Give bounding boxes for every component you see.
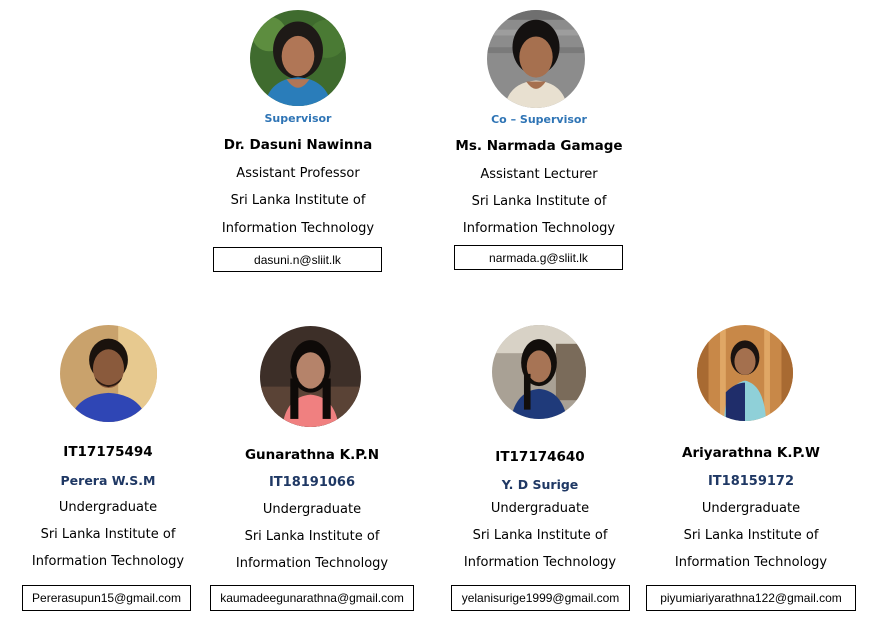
student-card: IT17174640 Y. D Surige Undergraduate Sri…	[449, 320, 631, 620]
student-photo	[260, 326, 361, 427]
org-line-2: Information Technology	[674, 555, 828, 570]
student-line-b: Perera W.S.M	[60, 473, 156, 488]
student-photo	[492, 325, 586, 419]
org-line-1: Sri Lanka Institute of	[244, 529, 380, 544]
student-card: Ariyarathna K.P.W IT18159172 Undergradua…	[646, 320, 856, 620]
email-box: kaumadeegunarathna@gmail.com	[210, 585, 414, 611]
person-title: Assistant Professor	[236, 166, 360, 181]
student-line-b: Y. D Surige	[501, 477, 579, 492]
student-line-b: IT18159172	[707, 474, 795, 489]
supervisor-photo	[250, 10, 346, 106]
email-box: Pererasupun15@gmail.com	[22, 585, 191, 611]
org-line-1: Sri Lanka Institute of	[471, 194, 607, 209]
student-line-a: Ariyarathna K.P.W	[682, 445, 820, 461]
student-line-b: IT18191066	[268, 475, 356, 490]
email-box: dasuni.n@sliit.lk	[213, 247, 382, 272]
student-line-a: Gunarathna K.P.N	[244, 447, 380, 463]
student-card: Gunarathna K.P.N IT18191066 Undergraduat…	[210, 320, 414, 620]
co-supervisor-photo	[487, 10, 585, 108]
student-status: Undergraduate	[262, 502, 362, 517]
student-photo	[60, 325, 157, 422]
role-label: Co – Supervisor	[491, 113, 587, 126]
student-status: Undergraduate	[58, 500, 158, 515]
student-line-a: IT17175494	[63, 444, 153, 460]
email-box: piyumiariyarathna122@gmail.com	[646, 585, 856, 611]
email-box: yelanisurige1999@gmail.com	[451, 585, 630, 611]
student-status: Undergraduate	[490, 501, 590, 516]
student-card: IT17175494 Perera W.S.M Undergraduate Sr…	[18, 320, 198, 620]
org-line-2: Information Technology	[462, 221, 616, 236]
person-name: Dr. Dasuni Nawinna	[223, 137, 373, 153]
co-supervisor-card: Co – Supervisor Ms. Narmada Gamage Assis…	[449, 0, 629, 280]
person-name: Ms. Narmada Gamage	[455, 138, 623, 154]
org-line-1: Sri Lanka Institute of	[230, 193, 366, 208]
student-status: Undergraduate	[701, 501, 801, 516]
supervisor-card: Supervisor Dr. Dasuni Nawinna Assistant …	[208, 0, 388, 280]
org-line-1: Sri Lanka Institute of	[683, 528, 819, 543]
org-line-2: Information Technology	[221, 221, 375, 236]
student-photo	[697, 325, 793, 421]
org-line-2: Information Technology	[463, 555, 617, 570]
person-title: Assistant Lecturer	[480, 167, 598, 182]
org-line-1: Sri Lanka Institute of	[40, 527, 176, 542]
org-line-2: Information Technology	[235, 556, 389, 571]
email-box: narmada.g@sliit.lk	[454, 245, 623, 270]
org-line-1: Sri Lanka Institute of	[472, 528, 608, 543]
student-line-a: IT17174640	[495, 449, 585, 465]
role-label: Supervisor	[264, 112, 332, 125]
org-line-2: Information Technology	[31, 554, 185, 569]
